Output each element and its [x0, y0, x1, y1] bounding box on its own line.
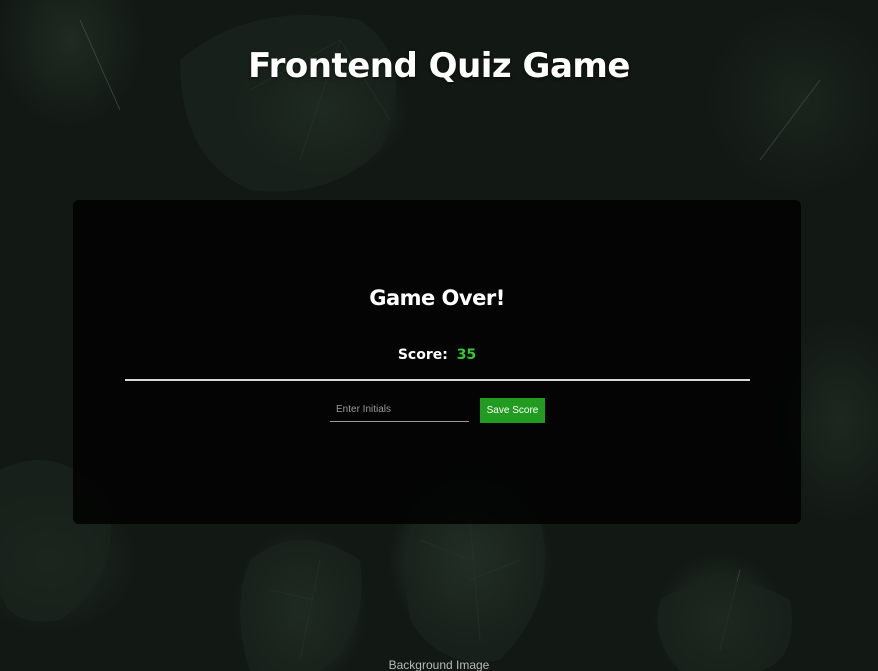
game-over-card: Game Over! Score: 35 Save Score [73, 200, 801, 524]
save-score-button[interactable]: Save Score [480, 398, 545, 423]
page-title: Frontend Quiz Game [248, 46, 630, 86]
initials-input[interactable] [330, 398, 469, 422]
score-value: 35 [456, 347, 477, 363]
score-display: Score: 35 [73, 347, 801, 363]
game-over-heading: Game Over! [369, 286, 505, 310]
background-image-credit: Background Image [388, 658, 490, 671]
divider [125, 379, 750, 381]
score-label: Score: [397, 347, 448, 363]
